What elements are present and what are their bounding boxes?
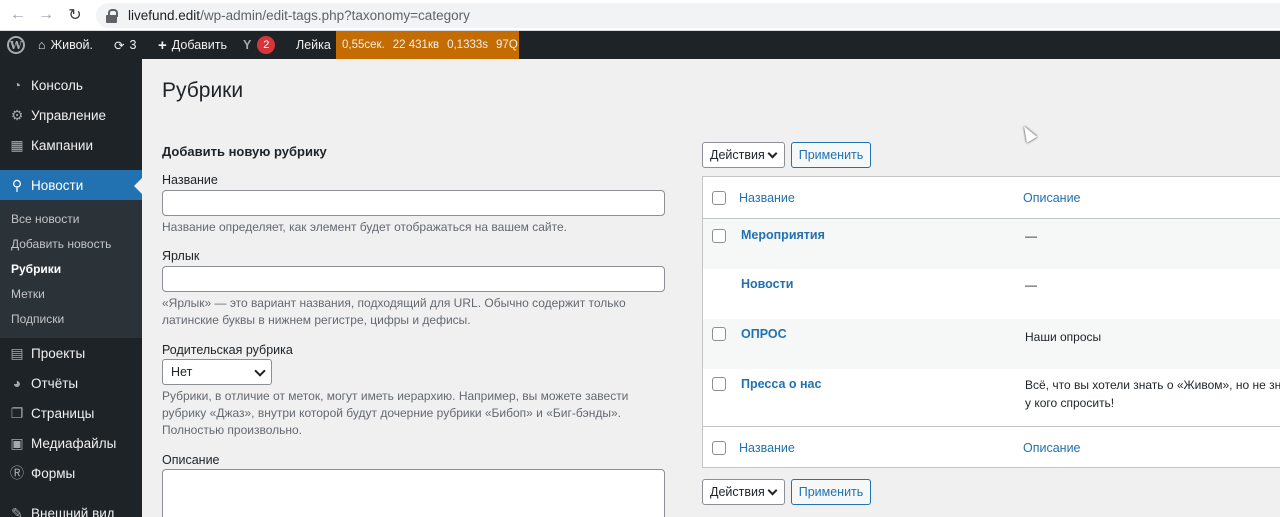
pin-icon: ⚲ <box>11 176 23 193</box>
sidebar-item-dashboard[interactable]: ◔ Консоль <box>0 70 142 100</box>
url-text: livefund.edit/wp-admin/edit-tags.php?tax… <box>128 8 470 23</box>
wp-admin-bar: W ⌂ Живой. ⟳ 3 + Добавить Y 2 Лейка 0,55… <box>0 31 1280 59</box>
forward-arrow-icon[interactable]: → <box>36 5 56 25</box>
reload-icon[interactable]: ↻ <box>65 5 85 25</box>
row-checkbox[interactable] <box>712 327 726 341</box>
table-row: Новости — <box>703 269 1280 319</box>
chevron-down-icon <box>767 148 778 159</box>
slug-help: «Ярлык» — это вариант названия, подходящ… <box>162 296 626 327</box>
pages-icon: ❐ <box>10 404 24 421</box>
leika-link[interactable]: Лейка <box>296 31 331 59</box>
submenu-add-news[interactable]: Добавить новость <box>11 237 111 251</box>
forms-icon: Ⓡ <box>10 465 24 481</box>
media-icon: ▣ <box>10 434 24 451</box>
bulk-actions-select-top[interactable]: Действия <box>702 142 785 168</box>
sidebar-item-news[interactable]: ⚲ Новости <box>0 170 142 200</box>
category-description: — <box>1025 229 1037 243</box>
table-row: Мероприятия — <box>703 219 1280 269</box>
chevron-down-icon <box>767 485 778 496</box>
parent-help: Рубрики, в отличие от меток, могут иметь… <box>162 389 629 437</box>
reports-icon: ◕ <box>12 375 22 391</box>
address-bar[interactable]: livefund.edit/wp-admin/edit-tags.php?tax… <box>96 3 1280 28</box>
refresh-icon: ⟳ <box>114 38 125 53</box>
submenu-all-news[interactable]: Все новости <box>11 212 79 226</box>
sidebar-item-projects[interactable]: ▤ Проекты <box>0 338 142 368</box>
column-name-header[interactable]: Название <box>739 191 795 205</box>
lock-icon[interactable] <box>106 8 118 23</box>
category-description: Наши опросы <box>1025 330 1102 344</box>
table-header: Название Описание <box>703 177 1280 219</box>
page-title: Рубрики <box>162 79 244 102</box>
plus-icon: + <box>158 36 167 54</box>
sidebar-item-campaigns[interactable]: ▦ Кампании <box>0 130 142 160</box>
column-description-footer[interactable]: Описание <box>1023 441 1081 455</box>
sidebar-item-reports[interactable]: ◕ Отчёты <box>0 368 142 398</box>
category-name-link[interactable]: Новости <box>741 277 793 291</box>
submenu-categories[interactable]: Рубрики <box>11 262 61 276</box>
query-monitor-link[interactable]: 0,55сек. 22 431кв 0,1333s 97Q <box>336 31 519 59</box>
slug-input[interactable] <box>162 266 665 292</box>
gear-icon: ⚙ <box>10 106 24 123</box>
select-all-checkbox[interactable] <box>712 191 726 205</box>
category-name-link[interactable]: ОПРОС <box>741 327 787 341</box>
column-description-header[interactable]: Описание <box>1023 191 1081 205</box>
browser-toolbar: ← → ↻ livefund.edit/wp-admin/edit-tags.p… <box>0 0 1280 31</box>
description-textarea[interactable] <box>162 469 665 517</box>
column-name-footer[interactable]: Название <box>739 441 795 455</box>
category-name-link[interactable]: Мероприятия <box>741 228 825 242</box>
sidebar-item-appearance[interactable]: ✎ Внешний вид <box>0 498 142 517</box>
parent-category-select[interactable]: Нет <box>162 359 272 385</box>
row-checkbox[interactable] <box>712 377 726 391</box>
name-input[interactable] <box>162 190 665 216</box>
submenu-tags[interactable]: Метки <box>11 287 45 301</box>
back-arrow-icon[interactable]: ← <box>8 5 28 25</box>
news-submenu: Все новости Добавить новость Рубрики Мет… <box>0 200 142 338</box>
notification-badge: 2 <box>257 36 276 54</box>
add-category-heading: Добавить новую рубрику <box>162 144 327 159</box>
site-home-link[interactable]: ⌂ Живой. <box>38 31 93 59</box>
table-row: ОПРОС Наши опросы <box>703 319 1280 369</box>
projects-icon: ▤ <box>10 344 24 361</box>
categories-table: Название Описание Мероприятия — Новости … <box>702 176 1280 468</box>
table-footer: Название Описание <box>703 426 1280 468</box>
mouse-cursor-icon <box>1018 123 1038 143</box>
admin-sidebar: ◔ Консоль ⚙ Управление ▦ Кампании ⚲ Ново… <box>0 59 142 517</box>
select-all-checkbox-footer[interactable] <box>712 441 726 455</box>
description-label: Описание <box>162 453 220 467</box>
category-name-link[interactable]: Пресса о нас <box>741 377 821 391</box>
submenu-subscriptions[interactable]: Подписки <box>11 312 64 326</box>
sidebar-item-media[interactable]: ▣ Медиафайлы <box>0 428 142 458</box>
apply-button-bottom[interactable]: Применить <box>791 479 871 505</box>
name-label: Название <box>162 173 218 187</box>
parent-label: Родительская рубрика <box>162 343 293 357</box>
yoast-link[interactable]: Y 2 <box>243 31 276 59</box>
sidebar-item-management[interactable]: ⚙ Управление <box>0 100 142 130</box>
home-icon: ⌂ <box>38 38 46 52</box>
row-checkbox[interactable] <box>712 229 726 243</box>
category-description: Всё, что вы хотели знать о «Живом», но н… <box>1025 378 1280 392</box>
chevron-down-icon <box>254 365 266 377</box>
name-help: Название определяет, как элемент будет о… <box>162 220 567 234</box>
campaigns-icon: ▦ <box>10 136 24 153</box>
apply-button-top[interactable]: Применить <box>791 142 871 168</box>
yoast-icon: Y <box>243 38 252 52</box>
sidebar-item-pages[interactable]: ❐ Страницы <box>0 398 142 428</box>
add-new-link[interactable]: + Добавить <box>158 31 227 59</box>
updates-link[interactable]: ⟳ 3 <box>114 31 136 59</box>
table-row: Пресса о нас Всё, что вы хотели знать о … <box>703 369 1280 426</box>
wordpress-logo-icon[interactable]: W <box>7 36 25 54</box>
dashboard-icon: ◔ <box>12 77 22 93</box>
bulk-actions-select-bottom[interactable]: Действия <box>702 479 785 505</box>
sidebar-item-forms[interactable]: Ⓡ Формы <box>0 458 142 488</box>
brush-icon: ✎ <box>11 504 23 517</box>
slug-label: Ярлык <box>162 249 200 263</box>
category-description-line2: у кого спросить! <box>1025 396 1115 410</box>
category-description: — <box>1025 278 1037 292</box>
